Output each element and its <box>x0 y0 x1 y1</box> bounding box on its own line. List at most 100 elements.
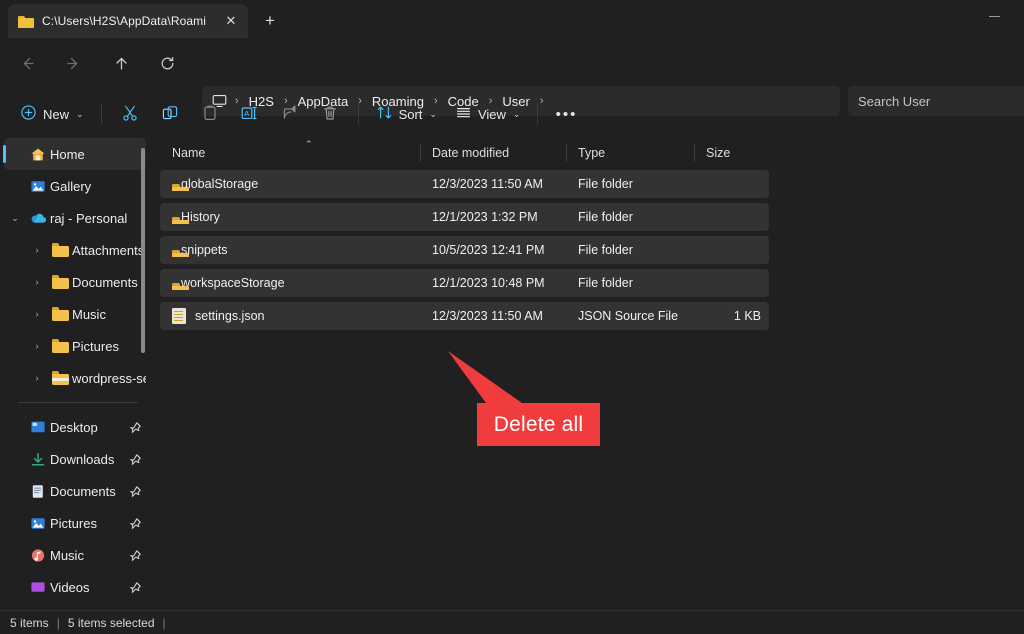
sidebar-item-attachments[interactable]: › Attachments <box>4 234 146 266</box>
sidebar-item-documents[interactable]: › Documents <box>4 266 146 298</box>
chevron-down-icon: ⌄ <box>513 109 521 120</box>
sidebar-item-label: Pictures <box>50 516 124 531</box>
column-header-label: Name <box>172 146 205 160</box>
file-name-cell: snippets <box>160 243 420 257</box>
file-list-pane: Name ⌃ Date modified Type Size globalSto… <box>160 138 1024 610</box>
sidebar-item-gallery[interactable]: Gallery <box>4 170 146 202</box>
file-name-cell: globalStorage <box>160 177 420 191</box>
selection-count: 5 items selected <box>68 616 155 630</box>
rename-button[interactable]: A <box>231 98 269 130</box>
title-bar: C:\Users\H2S\AppData\Roami ✕ + <box>0 0 1024 40</box>
column-header-date-modified[interactable]: Date modified <box>420 138 566 168</box>
folder-icon <box>48 243 72 257</box>
command-toolbar: New ⌄ A <box>0 90 1024 138</box>
table-row[interactable]: History 12/1/2023 1:32 PM File folder <box>160 203 769 231</box>
sidebar-item-label: Documents <box>72 275 146 290</box>
column-headers: Name ⌃ Date modified Type Size <box>160 138 1024 168</box>
toolbar-divider <box>101 104 102 124</box>
sidebar-item-home[interactable]: Home <box>4 138 146 170</box>
table-row[interactable]: workspaceStorage 12/1/2023 10:48 PM File… <box>160 269 769 297</box>
pin-icon[interactable] <box>124 485 146 498</box>
desktop-icon <box>26 420 50 434</box>
json-file-icon <box>172 308 186 324</box>
more-options-button[interactable]: ••• <box>547 98 585 130</box>
sidebar-item-label: Videos <box>50 580 124 595</box>
file-size: 1 KB <box>694 309 769 323</box>
sidebar-item-pictures-quick[interactable]: Pictures <box>4 507 146 539</box>
chevron-right-icon[interactable]: › <box>26 373 48 383</box>
file-explorer-window: C:\Users\H2S\AppData\Roami ✕ + › H2S › <box>0 0 1024 634</box>
trash-icon <box>321 104 339 125</box>
sort-button[interactable]: Sort ⌄ <box>368 98 445 130</box>
chevron-right-icon[interactable]: › <box>26 245 48 255</box>
sidebar-item-music-quick[interactable]: Music <box>4 539 146 571</box>
file-name-cell: settings.json <box>160 308 420 324</box>
minimize-icon[interactable] <box>972 0 1016 32</box>
status-bar: 5 items | 5 items selected | <box>0 610 1024 634</box>
navigation-pane[interactable]: Home Gallery ⌄ raj - Personal › Attachme… <box>0 138 152 610</box>
sidebar-item-label: Gallery <box>50 179 146 194</box>
column-header-label: Date modified <box>432 146 509 160</box>
sidebar-item-desktop[interactable]: Desktop <box>4 411 146 443</box>
folder-ruled-icon <box>48 371 72 385</box>
pin-icon[interactable] <box>124 581 146 594</box>
sidebar-item-wordpress-seo[interactable]: › wordpress-seo <box>4 362 146 394</box>
file-type: File folder <box>566 243 694 257</box>
refresh-icon[interactable] <box>152 48 182 78</box>
up-button[interactable] <box>106 48 136 78</box>
pin-icon[interactable] <box>124 517 146 530</box>
sidebar-item-onedrive-personal[interactable]: ⌄ raj - Personal <box>4 202 146 234</box>
folder-icon <box>48 339 72 353</box>
sidebar-item-music[interactable]: › Music <box>4 298 146 330</box>
tab-title: C:\Users\H2S\AppData\Roami <box>42 14 220 28</box>
share-icon <box>281 104 299 125</box>
chevron-right-icon[interactable]: › <box>26 341 48 351</box>
file-type: File folder <box>566 210 694 224</box>
sidebar-item-downloads[interactable]: Downloads <box>4 443 146 475</box>
table-row[interactable]: settings.json 12/3/2023 11:50 AM JSON So… <box>160 302 769 330</box>
sidebar-item-videos-quick[interactable]: Videos <box>4 571 146 603</box>
forward-button[interactable] <box>58 48 88 78</box>
chevron-right-icon[interactable]: › <box>26 309 48 319</box>
videos-icon <box>26 580 50 594</box>
toolbar-divider <box>358 104 359 124</box>
chevron-down-icon[interactable]: ⌄ <box>4 213 26 224</box>
pin-icon[interactable] <box>124 549 146 562</box>
copy-button[interactable] <box>151 98 189 130</box>
back-button[interactable] <box>12 48 42 78</box>
column-header-type[interactable]: Type <box>566 138 694 168</box>
file-type: JSON Source File <box>566 309 694 323</box>
sidebar-item-label: Desktop <box>50 420 124 435</box>
music-icon <box>26 548 50 563</box>
pin-icon[interactable] <box>124 421 146 434</box>
sidebar-item-documents-quick[interactable]: Documents <box>4 475 146 507</box>
view-button[interactable]: View ⌄ <box>447 98 529 130</box>
ellipsis-icon: ••• <box>556 106 578 123</box>
sidebar-scrollbar[interactable] <box>141 148 145 353</box>
share-button[interactable] <box>271 98 309 130</box>
sidebar-item-pictures[interactable]: › Pictures <box>4 330 146 362</box>
paste-button[interactable] <box>191 98 229 130</box>
table-row[interactable]: snippets 10/5/2023 12:41 PM File folder <box>160 236 769 264</box>
close-icon[interactable]: ✕ <box>220 10 242 32</box>
status-separator: | <box>163 616 166 630</box>
file-date: 12/3/2023 11:50 AM <box>420 309 566 323</box>
address-bar: › H2S › AppData › Roaming › Code › User … <box>0 40 1024 86</box>
gallery-icon <box>26 179 50 194</box>
chevron-right-icon[interactable]: › <box>26 277 48 287</box>
new-tab-button[interactable]: + <box>256 8 284 34</box>
table-row[interactable]: globalStorage 12/3/2023 11:50 AM File fo… <box>160 170 769 198</box>
delete-button[interactable] <box>311 98 349 130</box>
pictures-icon <box>26 516 50 531</box>
column-header-name[interactable]: Name ⌃ <box>160 138 420 168</box>
column-header-size[interactable]: Size <box>694 138 769 168</box>
sidebar-item-label: Attachments <box>72 243 146 258</box>
pin-icon[interactable] <box>124 453 146 466</box>
file-name: globalStorage <box>181 177 258 191</box>
file-date: 12/1/2023 10:48 PM <box>420 276 566 290</box>
cut-button[interactable] <box>111 98 149 130</box>
new-button[interactable]: New ⌄ <box>12 98 92 130</box>
explorer-tab[interactable]: C:\Users\H2S\AppData\Roami ✕ <box>8 4 248 38</box>
item-count: 5 items <box>10 616 49 630</box>
scissors-icon <box>121 104 139 125</box>
